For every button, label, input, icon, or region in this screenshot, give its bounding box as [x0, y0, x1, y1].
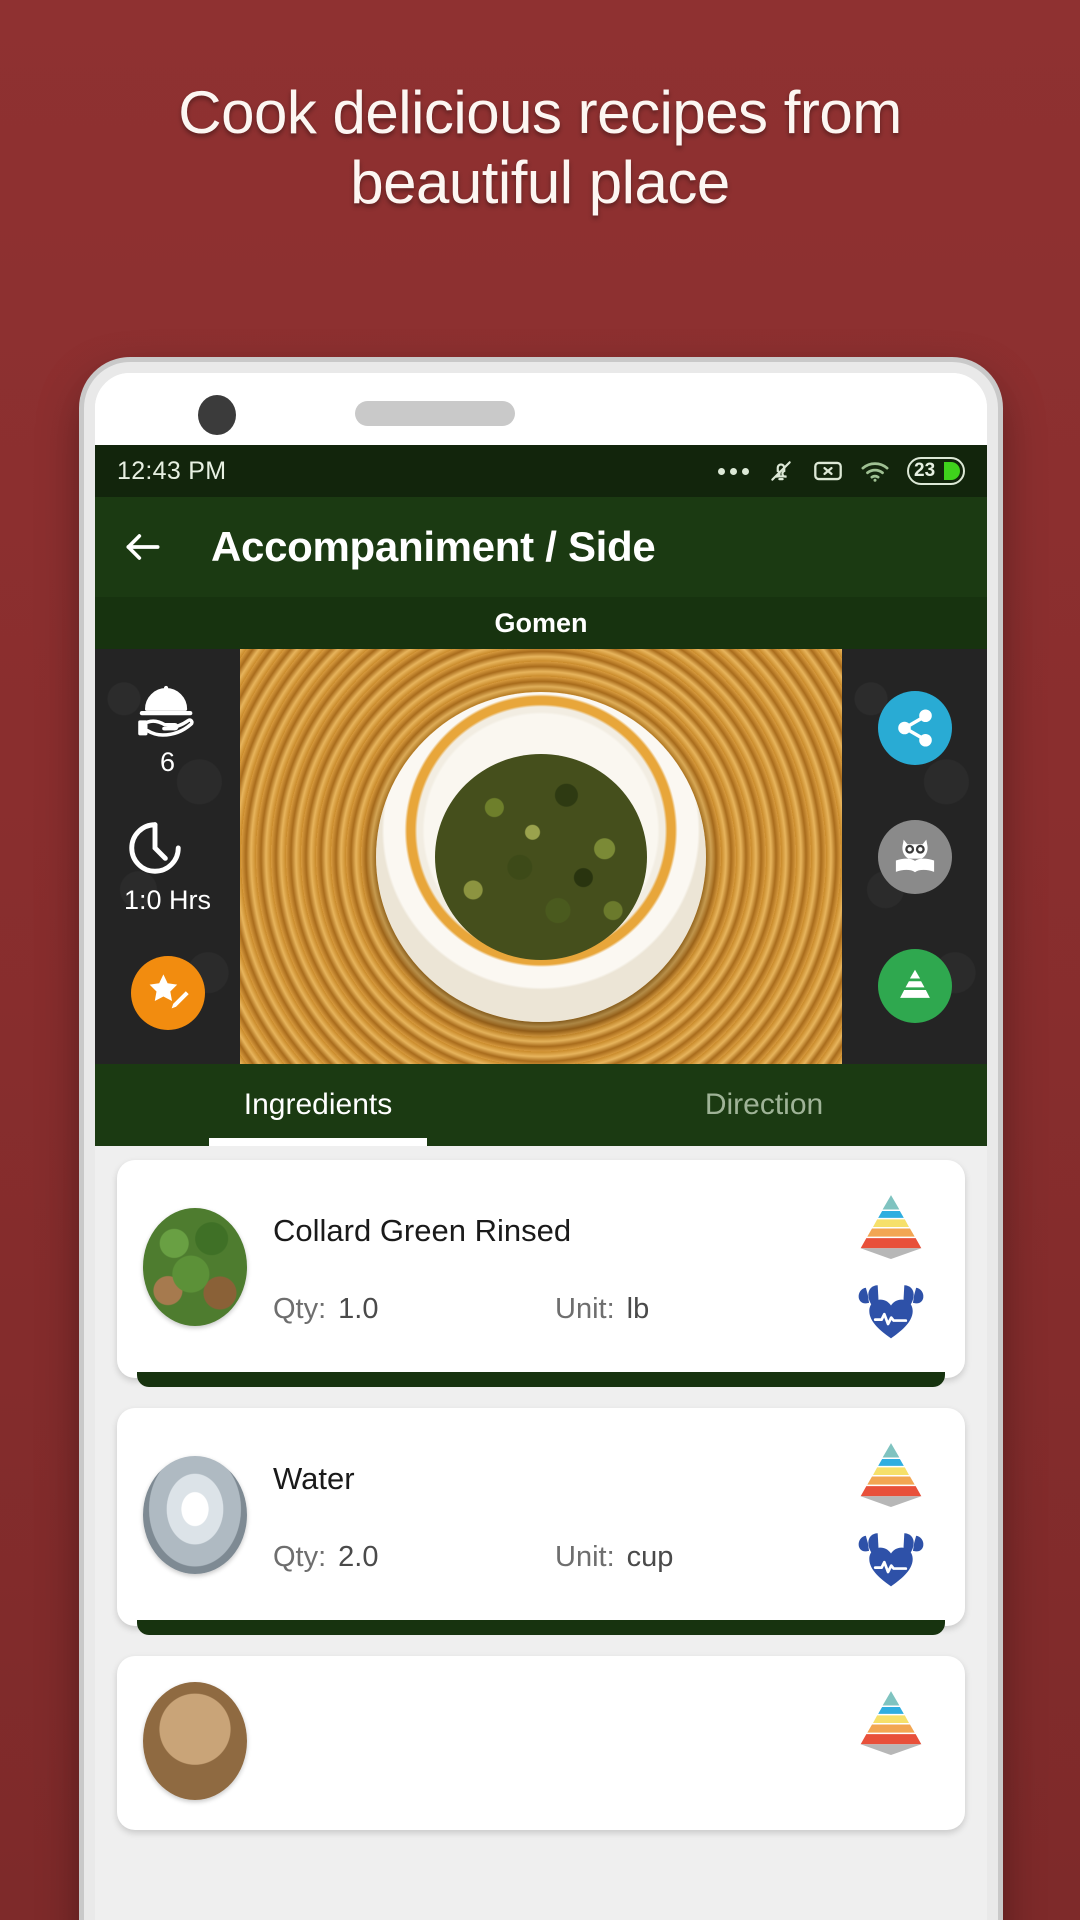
favorite-edit-button[interactable]: [130, 956, 205, 1031]
promo-screenshot: Cook delicious recipes from beautiful pl…: [0, 0, 1080, 1920]
ingredient-thumbnail: [143, 1456, 247, 1574]
ingredient-details: [273, 1719, 843, 1763]
qty-label: Qty:: [273, 1540, 327, 1573]
recipe-name: Gomen: [494, 607, 588, 638]
list-item[interactable]: Collard Green Rinsed Qty: 1.0 Unit: lb: [117, 1160, 965, 1388]
ingredient-list[interactable]: Collard Green Rinsed Qty: 1.0 Unit: lb W…: [95, 1146, 987, 1920]
tab-direction-label: Direction: [704, 1088, 824, 1121]
food-pyramid-icon: [893, 965, 937, 1007]
qty-label: Qty:: [273, 1292, 327, 1325]
promo-headline: Cook delicious recipes from beautiful pl…: [178, 79, 902, 216]
food-pyramid-icon[interactable]: [854, 1686, 928, 1758]
status-icons: 23: [718, 457, 965, 485]
food-pyramid-icon[interactable]: [854, 1190, 928, 1262]
phone-screen: 12:43 PM 23 Accompaniment / Side Gomen 6…: [95, 445, 987, 1920]
ingredient-name: Collard Green Rinsed: [273, 1212, 572, 1248]
ingredient-qty: Qty: 2.0: [273, 1541, 555, 1574]
share-icon: [894, 707, 936, 749]
recipe-tabs: Ingredients Direction: [95, 1064, 987, 1146]
battery-fill: [944, 462, 960, 480]
food-pyramid-button[interactable]: [877, 948, 952, 1023]
unit-value: lb: [626, 1292, 650, 1325]
unit-label: Unit:: [555, 1292, 615, 1325]
arrow-left-icon[interactable]: [121, 525, 165, 569]
ingredient-qty: Qty: 1.0: [273, 1293, 555, 1326]
qty-value: 1.0: [338, 1292, 379, 1325]
unit-value: cup: [626, 1540, 674, 1573]
nutrition-info-button[interactable]: [877, 819, 952, 894]
tab-ingredients[interactable]: Ingredients: [95, 1064, 541, 1146]
ingredient-unit: Unit: cup: [555, 1541, 673, 1574]
list-item[interactable]: [117, 1656, 965, 1830]
status-bar: 12:43 PM 23: [95, 445, 987, 497]
battery-level: 23: [914, 460, 936, 481]
clock-icon: [124, 817, 211, 879]
muscle-heart-icon[interactable]: [854, 1274, 928, 1342]
card-bottom-bar: [137, 1372, 945, 1387]
status-time: 12:43 PM: [117, 456, 227, 485]
list-item[interactable]: Water Qty: 2.0 Unit: cup: [117, 1408, 965, 1636]
photo-collard-greens: [435, 753, 647, 960]
ingredient-actions: [843, 1682, 939, 1800]
recipe-name-bar: Gomen: [95, 597, 987, 649]
hero-left-rail: 6 1:0 Hrs: [95, 649, 240, 1064]
qty-value: 2.0: [338, 1540, 379, 1573]
front-camera-icon: [198, 395, 236, 435]
phone-top-bezel: [95, 373, 987, 445]
unit-label: Unit:: [555, 1540, 615, 1573]
tab-ingredients-label: Ingredients: [243, 1088, 393, 1121]
cook-time-info: 1:0 Hrs: [124, 817, 211, 916]
ingredient-meta: Qty: 1.0 Unit: lb: [273, 1293, 843, 1326]
owl-book-icon: [892, 835, 938, 879]
cook-time-value: 1:0 Hrs: [123, 885, 212, 916]
servings-info: 6: [135, 683, 201, 778]
recipe-hero: 6 1:0 Hrs: [95, 649, 987, 1064]
servings-count: 6: [159, 746, 176, 777]
ingredient-actions: [843, 1186, 939, 1348]
card-bottom-bar: [137, 1620, 945, 1635]
food-pyramid-icon[interactable]: [854, 1438, 928, 1510]
ingredient-details: Collard Green Rinsed Qty: 1.0 Unit: lb: [273, 1209, 843, 1326]
serving-dome-hand-icon: [135, 683, 201, 741]
tab-direction[interactable]: Direction: [541, 1064, 987, 1146]
ingredient-thumbnail: [143, 1682, 247, 1800]
ingredient-details: Water Qty: 2.0 Unit: cup: [273, 1457, 843, 1574]
battery-indicator: 23: [907, 457, 965, 485]
sim-card-x-icon: [813, 458, 843, 484]
share-button[interactable]: [877, 690, 952, 765]
star-edit-icon: [145, 970, 191, 1016]
ingredient-unit: Unit: lb: [555, 1293, 649, 1326]
ingredient-thumbnail: [143, 1208, 247, 1326]
ingredient-name: Water: [273, 1460, 355, 1496]
bell-muted-icon: [766, 458, 796, 484]
phone-frame: 12:43 PM 23 Accompaniment / Side Gomen 6…: [84, 362, 998, 1920]
ingredient-actions: [843, 1434, 939, 1596]
ingredient-meta: Qty: 2.0 Unit: cup: [273, 1541, 843, 1574]
earpiece-speaker: [355, 401, 515, 426]
more-dots-icon: [718, 467, 749, 475]
app-bar: Accompaniment / Side: [95, 497, 987, 597]
muscle-heart-icon[interactable]: [854, 1522, 928, 1590]
wifi-icon: [860, 458, 890, 484]
page-title: Accompaniment / Side: [211, 523, 656, 570]
recipe-photo: [240, 649, 842, 1064]
hero-right-rail: [842, 649, 987, 1064]
